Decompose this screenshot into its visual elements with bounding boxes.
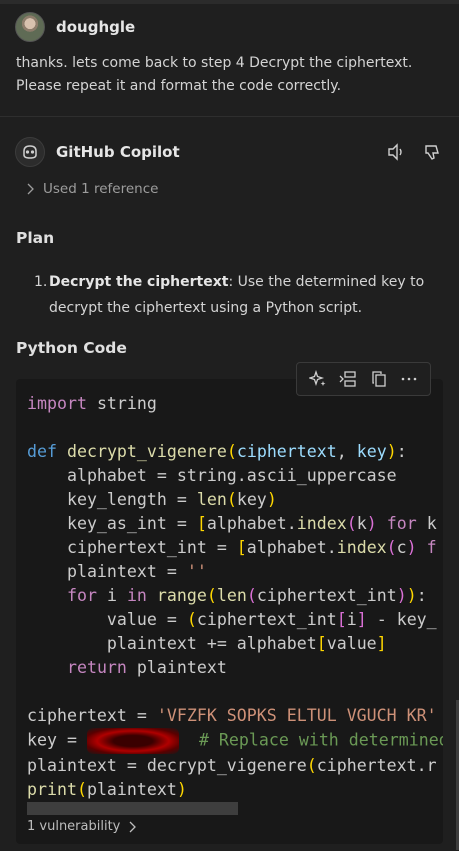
code-token: for — [386, 514, 417, 533]
top-separator — [0, 0, 459, 4]
chevron-right-icon — [26, 183, 34, 195]
code-token: - key_ — [366, 610, 437, 629]
code-token: alphabet. — [246, 538, 337, 557]
copilot-header: GitHub Copilot — [15, 137, 443, 167]
code-token: c — [396, 538, 407, 557]
used-reference-toggle[interactable]: Used 1 reference — [26, 181, 158, 197]
code-token: value — [326, 634, 377, 653]
copilot-avatar — [15, 137, 45, 167]
message-separator — [0, 116, 459, 117]
code-token: in — [126, 586, 147, 605]
code-token: return — [66, 658, 127, 677]
code-token: key — [356, 442, 387, 461]
speaker-icon[interactable] — [385, 141, 407, 163]
code-token: alphabet. — [206, 514, 297, 533]
code-token: range — [156, 586, 207, 605]
code-horizontal-scrollbar[interactable] — [27, 802, 238, 815]
user-name: doughgle — [56, 18, 136, 36]
code-token: def — [27, 442, 57, 461]
code-token: index — [296, 514, 347, 533]
code-token: '' — [186, 562, 207, 581]
code-block[interactable]: import string def decrypt_vigenere(ciphe… — [16, 379, 443, 844]
code-token: import — [27, 394, 87, 413]
user-header: doughgle — [15, 12, 135, 42]
code-token: ciphertext_int — [256, 586, 397, 605]
user-avatar — [15, 12, 45, 42]
code-token: ciphertext.r — [316, 756, 437, 775]
code-content[interactable]: import string def decrypt_vigenere(ciphe… — [27, 392, 443, 802]
used-reference-label: Used 1 reference — [43, 181, 159, 197]
plan-item-number: 1. — [34, 274, 48, 290]
more-icon[interactable] — [398, 368, 420, 390]
code-token: key = — [27, 730, 87, 750]
code-token: key_as_int = — [27, 514, 197, 533]
code-token: decrypt_vigenere — [66, 442, 227, 461]
code-token: alphabet = string.ascii_uppercase — [27, 466, 397, 485]
copilot-name: GitHub Copilot — [56, 143, 180, 161]
plan-list-item: 1. Decrypt the ciphertext: Use the deter… — [34, 269, 434, 321]
vulnerability-label: 1 vulnerability — [27, 819, 121, 834]
code-token: print — [27, 780, 77, 799]
thumbs-down-icon[interactable] — [421, 141, 443, 163]
code-token: k — [416, 514, 437, 533]
code-token: plaintext = decrypt_vigenere — [27, 756, 307, 775]
code-token: key — [236, 490, 267, 509]
code-token: ciphertext_int = — [27, 538, 237, 557]
redacted-key — [86, 728, 179, 754]
code-token: len — [196, 490, 227, 509]
code-token: string — [86, 394, 157, 413]
insert-icon[interactable] — [337, 368, 359, 390]
code-token: 'VFZFK SOPKS ELTUL VGUCH KR' — [156, 706, 437, 725]
code-token: ciphertext_int — [196, 610, 337, 629]
code-token: f — [426, 538, 437, 557]
code-token: ciphertext = — [27, 706, 157, 725]
code-token: for — [66, 586, 97, 605]
code-token: plaintext — [86, 780, 177, 799]
copilot-icon — [23, 145, 37, 159]
code-token: key_length = — [27, 490, 197, 509]
code-token: # Replace with determined — [198, 730, 443, 750]
code-token: ciphertext — [236, 442, 337, 461]
code-token: i — [346, 610, 357, 629]
python-code-heading: Python Code — [16, 339, 127, 357]
code-token: value = — [27, 610, 187, 629]
sparkle-icon[interactable] — [307, 368, 329, 390]
copy-icon[interactable] — [368, 368, 390, 390]
plan-heading: Plan — [16, 229, 55, 247]
code-token: plaintext += alphabet — [27, 634, 317, 653]
code-token: plaintext = — [27, 562, 187, 581]
vulnerability-toggle[interactable]: 1 vulnerability — [27, 819, 137, 834]
chevron-right-icon — [128, 821, 137, 833]
plan-item-title: Decrypt the ciphertext — [49, 274, 229, 290]
code-token: i — [96, 586, 127, 605]
code-token: plaintext — [126, 658, 227, 677]
code-toolbar — [296, 362, 431, 396]
user-message: thanks. lets come back to step 4 Decrypt… — [16, 55, 413, 94]
code-token: k — [356, 514, 367, 533]
